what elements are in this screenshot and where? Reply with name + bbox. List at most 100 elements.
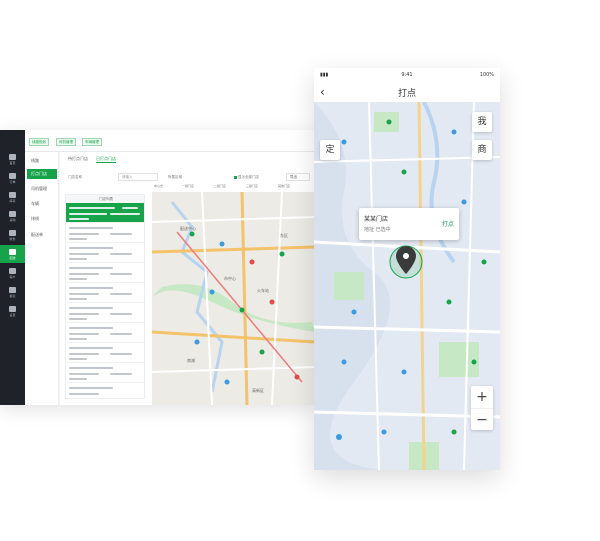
- map-label: 配送中心: [180, 225, 196, 231]
- store-marker: [269, 299, 275, 305]
- popup-store-name: 某某门店: [364, 216, 389, 223]
- text-bar: [69, 298, 87, 300]
- text-bar: [69, 307, 113, 309]
- page-tab[interactable]: 车辆管理: [82, 138, 102, 146]
- filter-region-label: 所属区域: [168, 175, 182, 179]
- nav-item-warehouse[interactable]: 库存: [0, 188, 25, 206]
- page-tabs-bar: 线路规划 司机管理 车辆管理: [25, 130, 315, 152]
- store-marker: [194, 339, 200, 345]
- text-bar: [69, 347, 113, 349]
- legend-item: 中心仓: [154, 184, 164, 188]
- map-label: 高新区: [252, 387, 264, 393]
- nav-item-delivery[interactable]: 配送: [0, 245, 25, 263]
- text-bar: [69, 378, 87, 380]
- tab-pending[interactable]: 待打点门店: [68, 156, 88, 162]
- home-icon: [9, 153, 16, 160]
- position-icon[interactable]: 定: [320, 140, 340, 160]
- sub-nav-item[interactable]: 配送单: [27, 230, 57, 240]
- store-marker: [209, 289, 215, 295]
- list-item[interactable]: [66, 243, 144, 263]
- sub-nav-item[interactable]: 司机管理: [27, 184, 57, 194]
- customer-icon: [9, 267, 16, 274]
- nav-item-home[interactable]: 首页: [0, 150, 25, 168]
- locate-me-icon[interactable]: 我: [472, 112, 492, 132]
- nav-label: 采购: [9, 217, 16, 222]
- store-marker: [239, 307, 245, 313]
- export-button[interactable]: 导出: [286, 173, 310, 181]
- text-bar: [69, 293, 99, 295]
- text-bar: [69, 238, 87, 240]
- nav-item-cart[interactable]: 采购: [0, 207, 25, 225]
- store-marker: [381, 429, 387, 435]
- page-tab[interactable]: 司机管理: [56, 138, 76, 146]
- list-item[interactable]: [66, 283, 144, 303]
- legend-item: 二级门店: [214, 184, 227, 188]
- text-bar: [110, 213, 140, 215]
- list-item[interactable]: [66, 263, 144, 283]
- text-bar: [69, 267, 113, 269]
- nav-item-settings[interactable]: 设置: [0, 302, 25, 320]
- text-bar: [69, 393, 99, 395]
- list-item[interactable]: [66, 303, 144, 323]
- list-item[interactable]: [66, 343, 144, 363]
- text-bar: [69, 227, 113, 229]
- map-label: 南湖: [187, 357, 195, 363]
- list-item[interactable]: [66, 383, 144, 398]
- store-marker: [451, 129, 457, 135]
- list-header: 门店列表: [66, 195, 144, 203]
- legend-item: 其他门店: [278, 184, 291, 188]
- list-item[interactable]: [66, 363, 144, 383]
- list-item-selected[interactable]: [66, 203, 144, 223]
- pin-center: [403, 253, 409, 259]
- store-icon[interactable]: 商: [472, 140, 492, 160]
- store-marker: [279, 251, 285, 257]
- list-item[interactable]: [66, 223, 144, 243]
- text-bar: [69, 287, 113, 289]
- store-marker: [341, 139, 347, 145]
- nav-item-report[interactable]: 报表: [0, 283, 25, 301]
- desktop-window: 首页 订单 库存 采购 财务 配送 客户 报表 设置 线路规划 司机管理 车辆管…: [0, 130, 315, 405]
- store-marker: [351, 309, 357, 315]
- store-marker: [189, 231, 195, 237]
- text-bar: [69, 353, 99, 355]
- store-marker: [224, 379, 230, 385]
- nav-item-order[interactable]: 订单: [0, 169, 25, 187]
- show-all-checkbox[interactable]: 显示全部门店: [234, 175, 259, 180]
- store-marker: [294, 374, 300, 380]
- nav-label: 报表: [9, 293, 16, 298]
- sub-nav-item[interactable]: 排线: [27, 214, 57, 224]
- search-input[interactable]: 请输入: [118, 173, 158, 181]
- app-bar: ‹ 打点: [314, 82, 500, 102]
- park-area: [334, 272, 364, 300]
- zoom-out-button[interactable]: −: [471, 408, 493, 430]
- page-tab[interactable]: 线路规划: [29, 138, 49, 146]
- store-marker: [481, 259, 487, 265]
- mark-point-button[interactable]: 打点: [442, 219, 454, 228]
- list-item[interactable]: [66, 323, 144, 343]
- text-bar: [110, 373, 132, 375]
- nav-item-finance[interactable]: 财务: [0, 226, 25, 244]
- report-icon: [9, 286, 16, 293]
- store-marker: [249, 259, 255, 265]
- sub-nav-item-active[interactable]: 打点门店: [27, 169, 57, 179]
- order-icon: [9, 172, 16, 179]
- battery-level: 100%: [479, 72, 494, 78]
- store-list: 门店列表: [65, 194, 145, 399]
- text-bar: [110, 253, 132, 255]
- nav-item-customer[interactable]: 客户: [0, 264, 25, 282]
- phone-map[interactable]: 我 定 商 某某门店 地址 已选中 打点 + −: [314, 102, 500, 470]
- text-bar: [69, 278, 87, 280]
- store-marker: [446, 299, 452, 305]
- settings-icon: [9, 305, 16, 312]
- text-bar: [69, 373, 99, 375]
- sub-nav: 线路 打点门店 司机管理 车辆 排线 配送单: [25, 152, 59, 405]
- store-marker: [471, 359, 477, 365]
- checkbox-label: 显示全部门店: [238, 175, 259, 179]
- text-bar: [69, 247, 113, 249]
- sub-nav-item[interactable]: 线路: [27, 156, 57, 166]
- zoom-in-button[interactable]: +: [471, 386, 493, 408]
- tab-done[interactable]: 已打点门店: [96, 156, 116, 163]
- popup-store-address: 地址 已选中: [364, 227, 391, 233]
- sub-nav-item[interactable]: 车辆: [27, 199, 57, 209]
- desktop-map[interactable]: 配送中心 市中心 火车站 东区 南湖 高新区: [152, 192, 315, 405]
